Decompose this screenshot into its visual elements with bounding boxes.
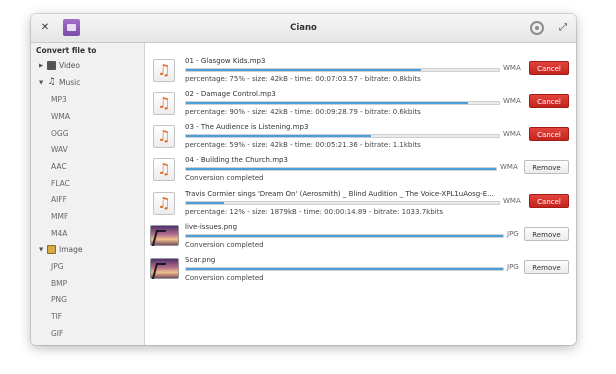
list-item: ♫ Travis Cormier sings 'Dream On' (Aeros…	[145, 188, 576, 221]
file-name: Travis Cormier sings 'Dream On' (Aerosmi…	[185, 190, 494, 198]
progress-fill	[186, 202, 224, 204]
image-thumbnail	[150, 258, 179, 279]
sidebar-category-label: Image	[59, 245, 83, 254]
video-icon	[47, 60, 56, 70]
progress-fill	[186, 168, 496, 170]
sidebar: Convert file to ▶ Video ▼ ♫ Music MP3 WMA O…	[31, 43, 145, 345]
maximize-icon[interactable]: ⤢	[555, 20, 571, 36]
file-name: 02 - Damage Control.mp3	[185, 90, 276, 98]
music-file-icon: ♫	[153, 125, 175, 148]
sidebar-item-wav[interactable]: WAV	[51, 144, 68, 156]
conversion-status: percentage: 75% - size: 42kB - time: 00:…	[185, 75, 421, 83]
progress-bar	[185, 68, 500, 72]
titlebar: ✕ Ciano ⤢	[31, 14, 576, 43]
sidebar-item-flac[interactable]: FLAC	[51, 178, 70, 190]
sidebar-category-label: Music	[59, 78, 81, 87]
progress-fill	[186, 69, 421, 71]
file-name: live-issues.png	[185, 223, 238, 231]
sidebar-item-mmf[interactable]: MMF	[51, 211, 68, 223]
cancel-button[interactable]: Cancel	[529, 61, 569, 75]
sidebar-item-gif[interactable]: GIF	[51, 328, 63, 340]
file-name: Scar.png	[185, 256, 216, 264]
cancel-button[interactable]: Cancel	[529, 94, 569, 108]
sidebar-category-music[interactable]: ▼ ♫ Music	[39, 77, 80, 89]
app-window: ✕ Ciano ⤢ Convert file to ▶ Video ▼ ♫ Music…	[31, 14, 576, 345]
sidebar-item-mp3[interactable]: MP3	[51, 94, 67, 106]
progress-bar	[185, 267, 504, 271]
progress-fill	[186, 235, 503, 237]
sidebar-item-m4a[interactable]: M4A	[51, 228, 67, 240]
progress-bar	[185, 167, 497, 171]
progress-fill	[186, 268, 503, 270]
conversion-status: Conversion completed	[185, 274, 264, 282]
window-title: Ciano	[290, 23, 317, 33]
progress-fill	[186, 102, 468, 104]
sidebar-item-bmp[interactable]: BMP	[51, 278, 67, 290]
file-name: 04 - Building the Church.mp3	[185, 156, 288, 164]
progress-bar	[185, 101, 500, 105]
image-icon	[47, 244, 56, 254]
sidebar-item-jpg[interactable]: JPG	[51, 261, 64, 273]
progress-bar	[185, 134, 500, 138]
list-item: ♫ 03 - The Audience is Listening.mp3 WMA…	[145, 121, 576, 154]
conversion-status: Conversion completed	[185, 174, 264, 182]
conversion-status: Conversion completed	[185, 241, 264, 249]
sidebar-category-image[interactable]: ▼ Image	[39, 244, 83, 256]
sidebar-item-tif[interactable]: TIF	[51, 311, 62, 323]
conversion-list: ♫ 01 - Glasgow Kids.mp3 WMA percentage: …	[145, 43, 576, 345]
target-format: JPG	[507, 230, 519, 238]
target-format: WMA	[503, 197, 521, 205]
list-item: Scar.png JPG Conversion completed Remove	[145, 254, 576, 287]
progress-bar	[185, 234, 504, 238]
music-icon: ♫	[47, 76, 56, 87]
image-thumbnail	[150, 225, 179, 246]
sidebar-item-aac[interactable]: AAC	[51, 161, 67, 173]
target-format: WMA	[500, 163, 518, 171]
list-item: ♫ 01 - Glasgow Kids.mp3 WMA percentage: …	[145, 55, 576, 88]
music-file-icon: ♫	[153, 158, 175, 181]
collapse-arrow-icon: ▼	[39, 247, 44, 253]
file-name: 03 - The Audience is Listening.mp3	[185, 123, 309, 131]
sidebar-item-wma[interactable]: WMA	[51, 111, 70, 123]
conversion-status: percentage: 12% - size: 1879kB - time: 0…	[185, 208, 443, 216]
sidebar-category-video[interactable]: ▶ Video	[39, 60, 80, 72]
music-file-icon: ♫	[153, 192, 175, 215]
music-file-icon: ♫	[153, 92, 175, 115]
progress-fill	[186, 135, 371, 137]
remove-button[interactable]: Remove	[524, 160, 569, 174]
conversion-status: percentage: 90% - size: 42kB - time: 00:…	[185, 108, 421, 116]
music-file-icon: ♫	[153, 59, 175, 82]
remove-button[interactable]: Remove	[524, 227, 569, 241]
list-item: live-issues.png JPG Conversion completed…	[145, 221, 576, 254]
collapse-arrow-icon: ▼	[39, 80, 44, 86]
cancel-button[interactable]: Cancel	[529, 127, 569, 141]
target-format: WMA	[503, 64, 521, 72]
sidebar-item-aiff[interactable]: AIFF	[51, 194, 67, 206]
target-format: WMA	[503, 130, 521, 138]
remove-button[interactable]: Remove	[524, 260, 569, 274]
sidebar-item-png[interactable]: PNG	[51, 294, 67, 306]
conversion-status: percentage: 59% - size: 42kB - time: 00:…	[185, 141, 421, 149]
target-format: JPG	[507, 263, 519, 271]
gear-icon[interactable]	[530, 21, 544, 35]
list-item: ♫ 04 - Building the Church.mp3 WMA Conve…	[145, 154, 576, 187]
cancel-button[interactable]: Cancel	[529, 194, 569, 208]
target-format: WMA	[503, 97, 521, 105]
list-item: ♫ 02 - Damage Control.mp3 WMA percentage…	[145, 88, 576, 121]
file-name: 01 - Glasgow Kids.mp3	[185, 57, 266, 65]
sidebar-header: Convert file to	[36, 46, 97, 55]
sidebar-category-label: Video	[59, 61, 81, 70]
sidebar-item-ogg[interactable]: OGG	[51, 128, 69, 140]
progress-bar	[185, 201, 500, 205]
expand-arrow-icon: ▶	[39, 63, 44, 69]
